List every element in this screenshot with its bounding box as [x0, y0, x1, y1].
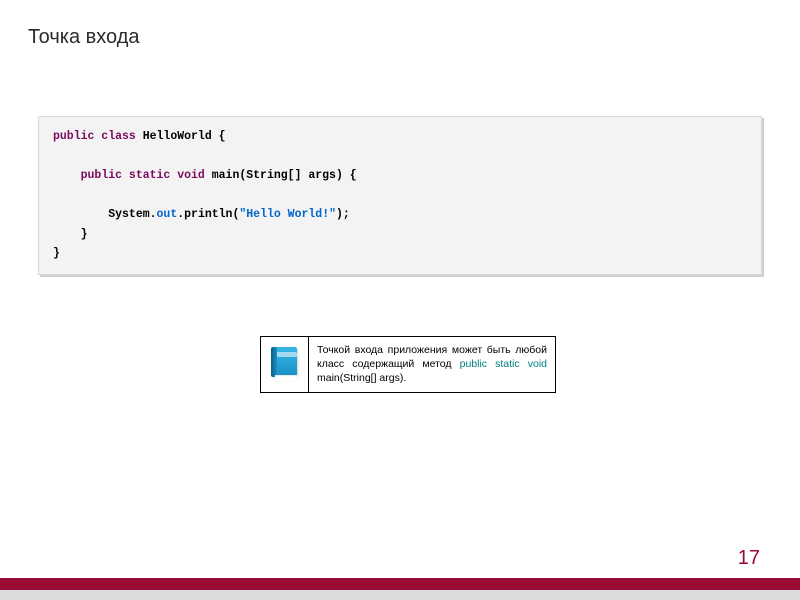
note-icon-cell — [261, 337, 309, 392]
note-text-after: main(String[] args). — [317, 372, 406, 384]
note-text: Точкой входа приложения может быть любой… — [309, 337, 555, 392]
code-text: } — [53, 247, 60, 260]
footer-accent-bar — [0, 578, 800, 590]
code-field: out — [157, 208, 178, 221]
code-string: "Hello World!" — [239, 208, 336, 221]
page-number: 17 — [738, 547, 760, 570]
code-text: .println( — [177, 208, 239, 221]
code-keyword: public static void — [81, 169, 212, 182]
page-title: Точка входа — [28, 26, 140, 49]
code-text: ); — [336, 208, 350, 221]
note-box: Точкой входа приложения может быть любой… — [260, 336, 556, 393]
note-text-teal: public static void — [460, 358, 547, 370]
code-text: main(String[] args) { — [212, 169, 357, 182]
book-icon — [271, 347, 299, 381]
code-block: public class HelloWorld { public static … — [38, 116, 762, 275]
code-keyword: public class — [53, 130, 143, 143]
code-text: System. — [108, 208, 156, 221]
code-classname: HelloWorld { — [143, 130, 226, 143]
code-text: } — [53, 228, 88, 241]
footer-sub-bar — [0, 590, 800, 600]
